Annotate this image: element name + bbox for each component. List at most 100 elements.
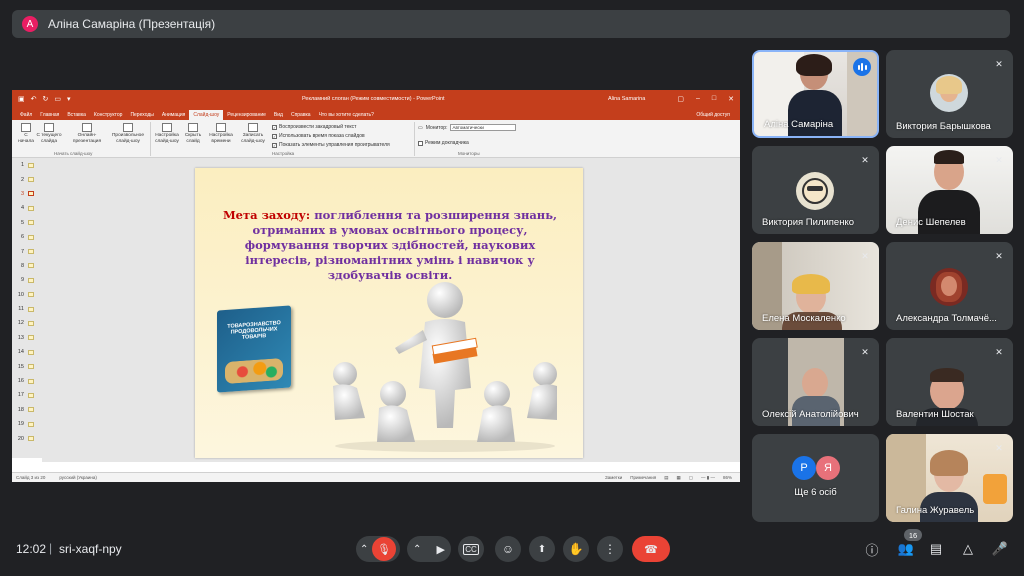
slide-thumbnail[interactable]: 12 xyxy=(12,316,42,330)
mic-off-icon: ✕ xyxy=(995,58,1003,69)
mic-off-icon: ✕ xyxy=(995,346,1003,357)
activities-button[interactable]: △ xyxy=(957,538,979,560)
participant-tile[interactable]: ✕ Олексій Анатолійович xyxy=(752,338,879,426)
mic-options-chevron-icon[interactable]: ⌃ xyxy=(360,544,368,555)
share-button[interactable]: Общий доступ xyxy=(692,110,734,120)
camera-icon[interactable]: ▶ xyxy=(437,543,445,556)
maximize-icon[interactable]: □ xyxy=(712,95,716,103)
slide-thumbnail[interactable]: 16 xyxy=(12,374,42,388)
tab-view[interactable]: Вид xyxy=(270,110,287,120)
tab-slideshow[interactable]: Слайд-шоу xyxy=(189,110,224,120)
people-button[interactable]: 👥 xyxy=(895,538,917,560)
slide-thumbnail[interactable]: 13 xyxy=(12,331,42,345)
mic-muted-button[interactable]: 🎙 xyxy=(372,537,396,561)
save-icon[interactable]: ▣ xyxy=(18,95,25,103)
participant-tile[interactable]: ✕ Денис Шепелев xyxy=(886,146,1013,234)
close-icon[interactable]: ✕ xyxy=(728,95,734,103)
tab-help[interactable]: Справка xyxy=(287,110,315,120)
rehearse-button[interactable]: Настройка времени xyxy=(206,123,236,145)
chk-presenter-view[interactable]: Режим докладчика xyxy=(418,140,469,146)
slide-thumbnail[interactable]: 6 xyxy=(12,230,42,244)
raise-hand-button[interactable]: ✋ xyxy=(563,536,589,562)
tab-insert[interactable]: Вставка xyxy=(63,110,90,120)
participant-name: Елена Москаленко xyxy=(762,313,846,324)
participant-tile[interactable]: ✕ Виктория Барышкова xyxy=(886,50,1013,138)
chk-controls[interactable]: ✓ Показать элементы управления проигрыват… xyxy=(272,142,390,148)
ribbon-options-icon[interactable]: ▢ xyxy=(677,95,684,103)
tab-file[interactable]: Файл xyxy=(16,110,36,120)
notes-button[interactable]: Заметки xyxy=(605,475,622,481)
tab-transitions[interactable]: Переходы xyxy=(126,110,157,120)
reading-view-icon[interactable]: ▢ xyxy=(689,475,693,481)
minimize-icon[interactable]: – xyxy=(696,95,700,103)
language-indicator: русский (Украина) xyxy=(59,475,97,480)
tell-me-search[interactable]: Что вы хотите сделать? xyxy=(315,110,378,120)
slide-thumbnail[interactable]: 8 xyxy=(12,259,42,273)
participant-tile[interactable]: Аліна Самаріна xyxy=(752,50,879,138)
slide-number: 15 xyxy=(17,363,24,370)
slide-thumbnail[interactable]: 9 xyxy=(12,273,42,287)
normal-view-icon[interactable]: ▤ xyxy=(664,475,668,481)
chat-button[interactable]: ▤ xyxy=(925,538,947,560)
captions-button[interactable]: CC xyxy=(458,536,484,562)
camera-options-chevron-icon[interactable]: ⌃ xyxy=(413,544,421,555)
reading-figures-illustration xyxy=(333,282,557,452)
from-current-button[interactable]: С текущего слайда xyxy=(36,123,62,145)
slide-thumbnail[interactable]: 1 xyxy=(12,158,42,172)
participant-tile[interactable]: ✕ Елена Москаленко xyxy=(752,242,879,330)
participant-tile[interactable]: ✕ Виктория Пилипенко xyxy=(752,146,879,234)
participant-tile-more[interactable]: Р Я Ще 6 осіб xyxy=(752,434,879,522)
more-options-button[interactable]: ⋮ xyxy=(597,536,623,562)
tab-animations[interactable]: Анимация xyxy=(158,110,189,120)
slide-thumbnail[interactable]: 7 xyxy=(12,244,42,258)
participant-tile[interactable]: ✕ Галина Журавель xyxy=(886,434,1013,522)
hide-slide-button[interactable]: Скрыть слайд xyxy=(182,123,204,145)
zoom-slider[interactable]: — ▮ — xyxy=(701,475,715,481)
host-controls-button[interactable]: 🎤 xyxy=(989,538,1011,560)
slide-preview xyxy=(28,177,34,183)
slide-thumbnail[interactable]: 3 xyxy=(12,187,42,201)
customize-icon[interactable]: ▾ xyxy=(67,95,71,103)
monitor-selector[interactable]: ▭ Монитор: Автоматически xyxy=(418,124,517,131)
slide-number: 1 xyxy=(20,162,24,169)
tab-home[interactable]: Главная xyxy=(36,110,63,120)
camera-control[interactable]: ⌃ ▶ xyxy=(407,536,451,562)
chk-timings[interactable]: ✓ Использовать время показа слайдов xyxy=(272,133,365,139)
slideshow-icon[interactable]: ▭ xyxy=(54,95,61,103)
sorter-view-icon[interactable]: ▦ xyxy=(676,475,680,481)
ppt-user-name: Alina Samarina xyxy=(608,96,646,102)
slide-thumbnail[interactable]: 17 xyxy=(12,388,42,402)
online-presentation-button[interactable]: Онлайн-презентация xyxy=(68,123,106,145)
slide-thumbnail[interactable]: 2 xyxy=(12,172,42,186)
presenter-bar[interactable]: A Аліна Самаріна (Презентація) xyxy=(12,10,1010,38)
slide-thumbnail[interactable]: 14 xyxy=(12,345,42,359)
redo-icon[interactable]: ↻ xyxy=(43,95,49,103)
monitor-dropdown[interactable]: Автоматически xyxy=(450,124,517,131)
mic-control[interactable]: ⌃ 🎙 xyxy=(356,536,400,562)
comments-button[interactable]: Примечания xyxy=(630,475,656,481)
present-button[interactable]: ⬆ xyxy=(529,536,555,562)
current-slide[interactable]: Мета заходу: поглиблення та розширення з… xyxy=(195,168,583,458)
slide-thumbnail[interactable]: 19 xyxy=(12,417,42,431)
slide-thumbnail[interactable]: 5 xyxy=(12,216,42,230)
slide-thumbnail[interactable]: 10 xyxy=(12,288,42,302)
tab-review[interactable]: Рецензирование xyxy=(223,110,270,120)
setup-show-button[interactable]: Настройка слайд-шоу xyxy=(152,123,182,145)
tab-design[interactable]: Конструктор xyxy=(90,110,127,120)
participant-tile[interactable]: ✕ Александра Толмачё... xyxy=(886,242,1013,330)
from-start-button[interactable]: С начала xyxy=(16,123,36,145)
slide-thumbnail[interactable]: 20 xyxy=(12,431,42,445)
chk-narration[interactable]: ✓ Воспроизвести закадровый текст xyxy=(272,124,356,130)
undo-icon[interactable]: ↶ xyxy=(31,95,37,103)
reactions-button[interactable]: ☺ xyxy=(495,536,521,562)
participant-name: Денис Шепелев xyxy=(896,217,966,228)
custom-show-button[interactable]: Произвольное слайд-шоу xyxy=(108,123,148,145)
participant-tile[interactable]: ✕ Валентин Шостак xyxy=(886,338,1013,426)
meeting-details-button[interactable]: ⓘ xyxy=(861,538,883,560)
slide-thumbnail[interactable]: 18 xyxy=(12,403,42,417)
slide-thumbnail[interactable]: 11 xyxy=(12,302,42,316)
leave-call-button[interactable]: ☎ xyxy=(632,536,670,562)
slide-thumbnail[interactable]: 4 xyxy=(12,201,42,215)
record-button[interactable]: Записать слайд-шоу xyxy=(238,123,268,145)
slide-thumbnail[interactable]: 15 xyxy=(12,359,42,373)
